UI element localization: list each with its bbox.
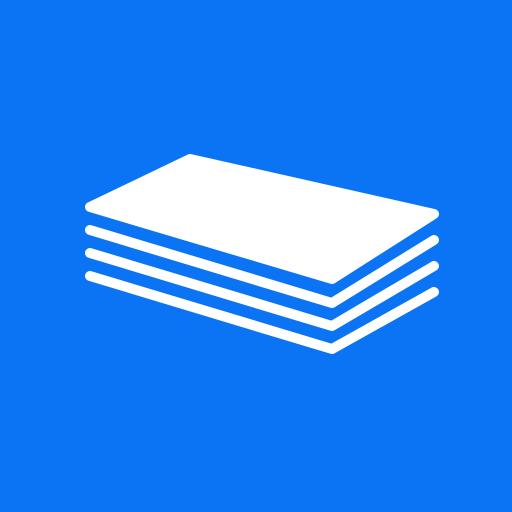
app-icon-tile bbox=[0, 0, 512, 512]
top-sheet bbox=[85, 154, 439, 284]
paper-stack-icon bbox=[85, 154, 439, 354]
